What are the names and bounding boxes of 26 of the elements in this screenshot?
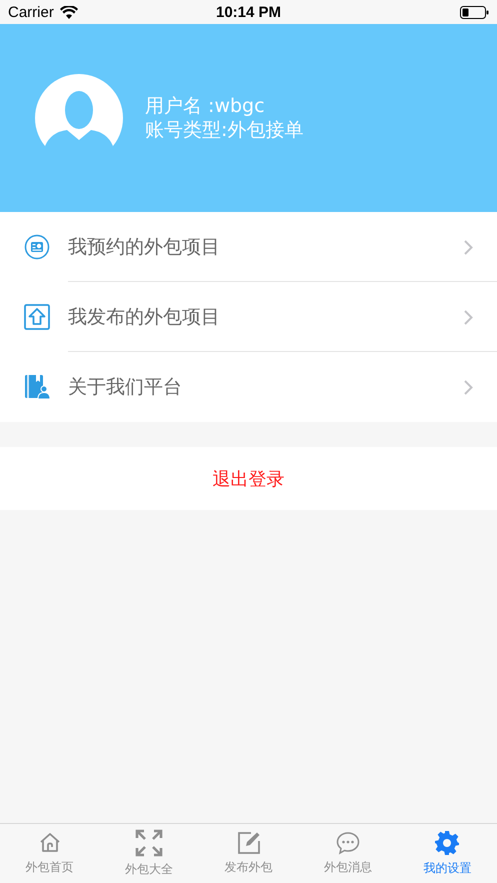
edit-icon [236, 831, 261, 855]
carrier-label: Carrier [8, 4, 54, 20]
expand-icon [135, 829, 164, 857]
menu-item[interactable]: 关于我们平台 [0, 352, 497, 422]
chevron-right-icon [464, 310, 473, 324]
chat-icon [336, 831, 360, 855]
tab-item[interactable]: 我的设置 [398, 824, 497, 883]
chevron-right-icon [464, 380, 473, 394]
battery-icon [460, 6, 489, 18]
menu-item[interactable]: 我预约的外包项目 [0, 212, 497, 282]
chevron-right-icon [464, 240, 473, 254]
home-icon [38, 831, 62, 855]
wifi-icon [60, 6, 78, 18]
settings-icon [434, 830, 460, 856]
upload-icon [24, 304, 50, 330]
menu-item[interactable]: 我发布的外包项目 [0, 282, 497, 352]
avatar-icon [35, 74, 123, 162]
tab-item[interactable]: 外包消息 [298, 824, 398, 883]
tab-item[interactable]: 外包大全 [99, 824, 199, 883]
book-user-icon [24, 374, 50, 400]
username-label: 用户名 :wbgc [145, 94, 266, 118]
account-type-label: 账号类型:外包接单 [145, 118, 304, 142]
tab-item[interactable]: 外包首页 [0, 824, 100, 883]
tab-item[interactable]: 发布外包 [198, 824, 298, 883]
status-time: 10:14 PM [216, 4, 282, 20]
logout-button[interactable]: 退出登录 [0, 447, 497, 510]
